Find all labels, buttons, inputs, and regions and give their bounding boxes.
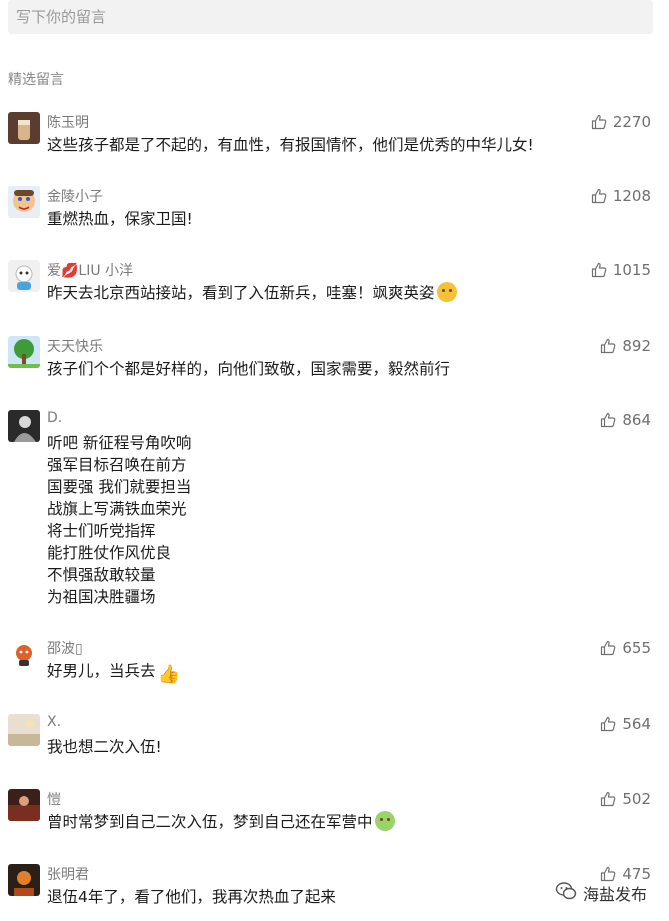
thumbs-up-icon <box>600 412 616 428</box>
thumbs-up-icon <box>600 791 616 807</box>
avatar[interactable] <box>8 864 40 896</box>
commenter-name[interactable]: 天天快乐 <box>47 336 103 356</box>
thumbs-up-icon <box>600 640 616 656</box>
comment-line: 战旗上写满铁血荣光 <box>47 500 187 518</box>
comment-line: 昨天去北京西站接站，看到了入伍新兵，哇塞！飒爽英姿 <box>47 282 457 304</box>
comment-input-placeholder: 写下你的留言 <box>16 8 107 26</box>
comment-item: 天天快乐 892 孩子们个个都是好样的，向他们致敬，国家需要，毅然前行 <box>8 336 653 378</box>
comment-line: 退伍4年了，看了他们，我再次热血了起来 <box>47 888 336 906</box>
comment-line: 我也想二次入伍! <box>47 738 162 756</box>
comment-line: 不惧强敌敢较量 <box>47 566 156 584</box>
comment-item: 愷 502 曾时常梦到自己二次入伍，梦到自己还在军营中 <box>8 789 653 831</box>
like-count: 564 <box>622 715 651 733</box>
comment-item: X. 564 我也想二次入伍! <box>8 714 653 756</box>
comment-line: 曾时常梦到自己二次入伍，梦到自己还在军营中 <box>47 811 395 833</box>
like-count: 502 <box>622 790 651 808</box>
commenter-name[interactable]: 爱💋LIU 小洋 <box>47 260 133 280</box>
thumbs-up-icon <box>591 188 607 204</box>
comment-text: 听吧 新征程号角吹响 强军目标召唤在前方 国要强 我们就要担当 战旗上写满铁血荣… <box>47 432 191 608</box>
like-count: 1015 <box>612 261 651 279</box>
comment-input[interactable]: 写下你的留言 <box>8 0 653 34</box>
avatar[interactable] <box>8 638 40 670</box>
like-button[interactable]: 655 <box>600 638 651 658</box>
like-button[interactable]: 564 <box>600 714 651 734</box>
comment-text: 昨天去北京西站接站，看到了入伍新兵，哇塞！飒爽英姿 <box>47 282 457 304</box>
commenter-name[interactable]: 张明君 <box>47 864 89 884</box>
comment-line: 为祖国决胜疆场 <box>47 588 156 606</box>
like-count: 892 <box>622 337 651 355</box>
commenter-name[interactable]: 金陵小子 <box>47 186 103 206</box>
comment-line: 强军目标召唤在前方 <box>47 456 187 474</box>
like-button[interactable]: 1208 <box>591 186 651 206</box>
crying-face-emoji-icon <box>374 811 395 831</box>
avatar[interactable] <box>8 336 40 368</box>
comment-line: 将士们听党指挥 <box>47 522 156 540</box>
avatar[interactable] <box>8 186 40 218</box>
like-count: 864 <box>622 411 651 429</box>
comment-item: 陈玉明 2270 这些孩子都是了不起的，有血性，有报国情怀，他们是优秀的中华儿女… <box>8 112 653 154</box>
commenter-name[interactable]: 愷 <box>47 789 61 809</box>
watermark: 海盐发布 <box>555 880 647 906</box>
avatar[interactable] <box>8 112 40 144</box>
avatar[interactable] <box>8 260 40 292</box>
comment-text: 曾时常梦到自己二次入伍，梦到自己还在军营中 <box>47 811 395 833</box>
thumbs-up-icon <box>600 716 616 732</box>
comment-text: 重燃热血，保家卫国! <box>47 208 193 230</box>
comment-item: D. 864 听吧 新征程号角吹响 强军目标召唤在前方 国要强 我们就要担当 战… <box>8 410 653 606</box>
comment-item: 爱💋LIU 小洋 1015 昨天去北京西站接站，看到了入伍新兵，哇塞！飒爽英姿 <box>8 260 653 302</box>
commenter-name[interactable]: D. <box>47 410 62 426</box>
comment-line: 重燃热血，保家卫国! <box>47 210 193 228</box>
avatar[interactable] <box>8 714 40 746</box>
watermark-text: 海盐发布 <box>582 885 647 904</box>
commenter-name[interactable]: 邵波▯ <box>47 638 83 658</box>
like-count: 1208 <box>612 187 651 205</box>
comment-line-text: 曾时常梦到自己二次入伍，梦到自己还在军营中 <box>47 813 373 831</box>
comment-item: 金陵小子 1208 重燃热血，保家卫国! <box>8 186 653 228</box>
like-button[interactable]: 502 <box>600 789 651 809</box>
commenter-name[interactable]: X. <box>47 714 61 730</box>
comment-line: 国要强 我们就要担当 <box>47 478 192 496</box>
comment-line-text: 昨天去北京西站接站，看到了入伍新兵，哇塞！飒爽英姿 <box>47 284 435 302</box>
like-count: 655 <box>622 639 651 657</box>
like-button[interactable]: 1015 <box>591 260 651 280</box>
commenter-name[interactable]: 陈玉明 <box>47 112 89 132</box>
impressed-face-emoji-icon <box>436 282 457 302</box>
comment-line: 听吧 新征程号角吹响 <box>47 434 192 452</box>
comment-line: 这些孩子都是了不起的，有血性，有报国情怀，他们是优秀的中华儿女! <box>47 136 534 154</box>
section-title: 精选留言 <box>8 72 64 88</box>
like-button[interactable]: 2270 <box>591 112 651 132</box>
wechat-logo-icon <box>555 880 577 906</box>
comment-line: 孩子们个个都是好样的，向他们致敬，国家需要，毅然前行 <box>47 360 451 378</box>
thumbs-up-emoji-icon: 👍 <box>157 664 180 685</box>
thumbs-up-icon <box>600 338 616 354</box>
comment-item: 邵波▯ 655 好男儿，当兵去 👍 <box>8 638 653 685</box>
avatar[interactable] <box>8 410 40 442</box>
comment-line-text: 好男儿，当兵去 <box>47 662 156 680</box>
comment-text: 好男儿，当兵去 👍 <box>47 660 180 685</box>
like-button[interactable]: 864 <box>600 410 651 430</box>
comment-line: 能打胜仗作风优良 <box>47 544 172 562</box>
thumbs-up-icon <box>591 114 607 130</box>
comment-text: 这些孩子都是了不起的，有血性，有报国情怀，他们是优秀的中华儿女! <box>47 134 534 156</box>
comment-line: 好男儿，当兵去 👍 <box>47 660 180 685</box>
comment-text: 孩子们个个都是好样的，向他们致敬，国家需要，毅然前行 <box>47 358 450 380</box>
like-count: 2270 <box>612 113 651 131</box>
thumbs-up-icon <box>591 262 607 278</box>
avatar[interactable] <box>8 789 40 821</box>
comment-text: 我也想二次入伍! <box>47 736 162 758</box>
like-button[interactable]: 892 <box>600 336 651 356</box>
comment-text: 退伍4年了，看了他们，我再次热血了起来 <box>47 886 336 908</box>
